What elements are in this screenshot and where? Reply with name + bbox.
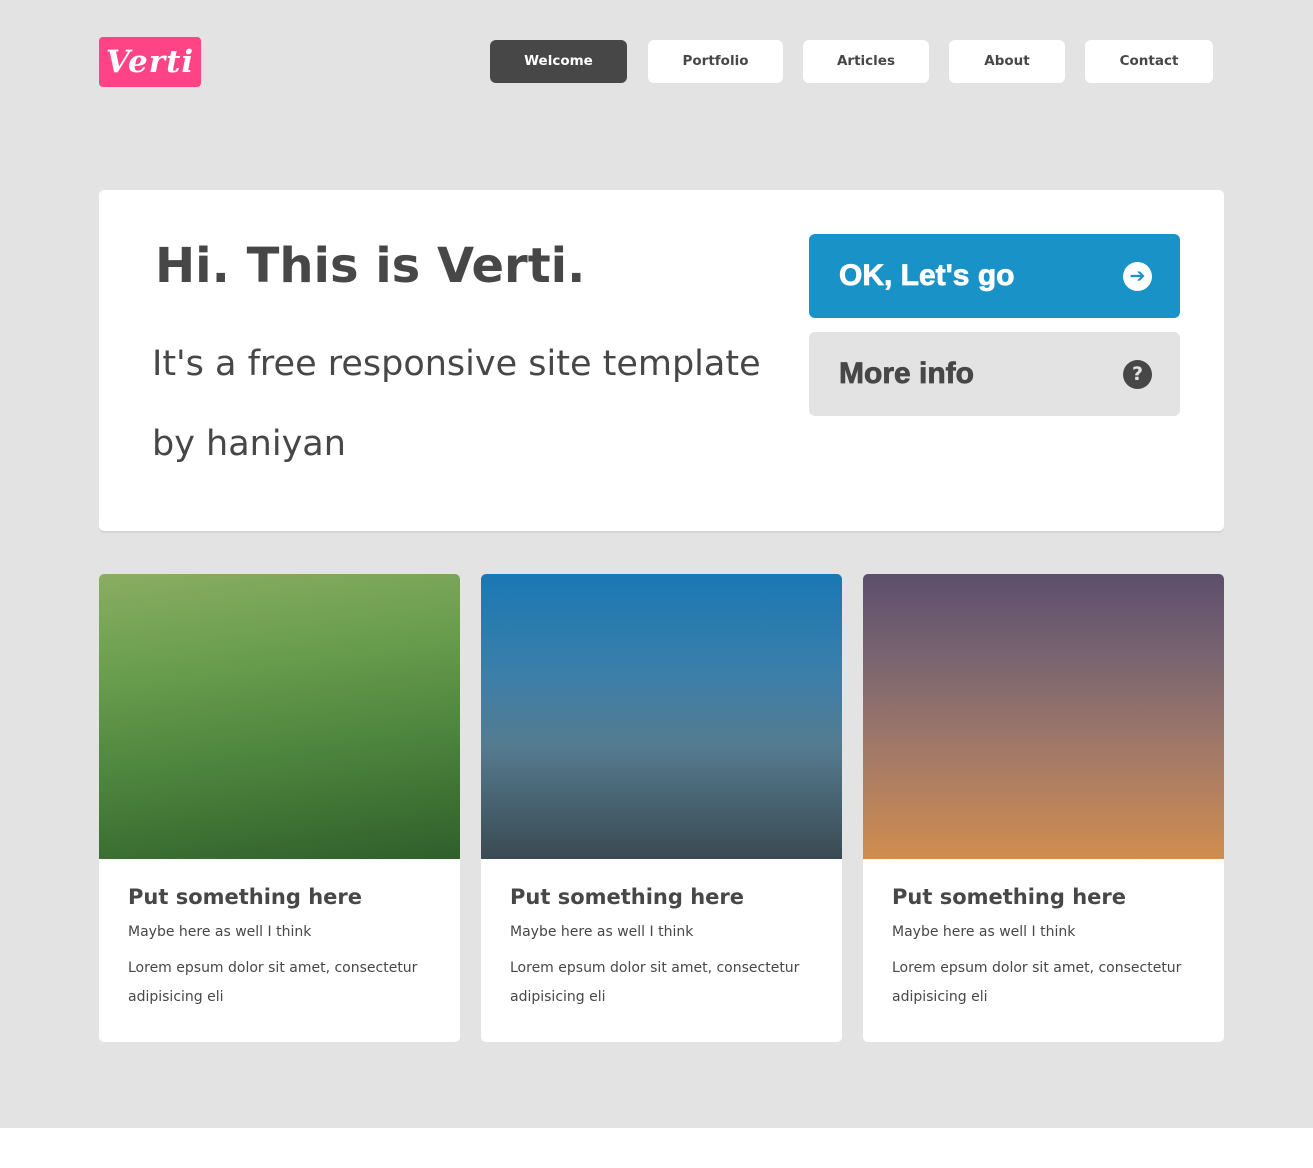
nav-item-welcome[interactable]: Welcome xyxy=(490,40,627,83)
card-text: Lorem epsum dolor sit amet, consectetur … xyxy=(892,960,1182,1005)
nav-item-contact[interactable]: Contact xyxy=(1085,40,1213,83)
site-logo[interactable]: Verti xyxy=(99,37,201,87)
banner-title: Hi. This is Verti. xyxy=(155,238,586,294)
nav-item-about[interactable]: About xyxy=(949,40,1065,83)
card-title: Put something here xyxy=(510,885,745,909)
nav-item-portfolio[interactable]: Portfolio xyxy=(648,40,783,83)
card: Put something here Maybe here as well I … xyxy=(99,574,460,1042)
card-image[interactable] xyxy=(99,574,460,859)
banner: Hi. This is Verti. It's a free responsiv… xyxy=(99,190,1224,531)
banner-subtitle: It's a free responsive site template by … xyxy=(152,344,761,464)
card-image[interactable] xyxy=(481,574,842,859)
lets-go-button[interactable]: OK, Let's go ➔ xyxy=(809,234,1180,318)
arrow-right-circle-icon: ➔ xyxy=(1123,262,1152,291)
card-text: Lorem epsum dolor sit amet, consectetur … xyxy=(128,960,418,1005)
card-text: Lorem epsum dolor sit amet, consectetur … xyxy=(510,960,800,1005)
card-image[interactable] xyxy=(863,574,1224,859)
more-info-button[interactable]: More info ? xyxy=(809,332,1180,416)
nav-item-articles[interactable]: Articles xyxy=(803,40,929,83)
card-subtitle: Maybe here as well I think xyxy=(128,924,312,940)
more-info-label: More info xyxy=(839,357,975,391)
question-circle-icon: ? xyxy=(1123,360,1152,389)
card: Put something here Maybe here as well I … xyxy=(481,574,842,1042)
lets-go-label: OK, Let's go xyxy=(839,259,1015,293)
card-title: Put something here xyxy=(892,885,1127,909)
card-subtitle: Maybe here as well I think xyxy=(892,924,1076,940)
card: Put something here Maybe here as well I … xyxy=(863,574,1224,1042)
card-title: Put something here xyxy=(128,885,363,909)
page-background: Verti Welcome Portfolio Articles About C… xyxy=(0,0,1313,1128)
card-subtitle: Maybe here as well I think xyxy=(510,924,694,940)
